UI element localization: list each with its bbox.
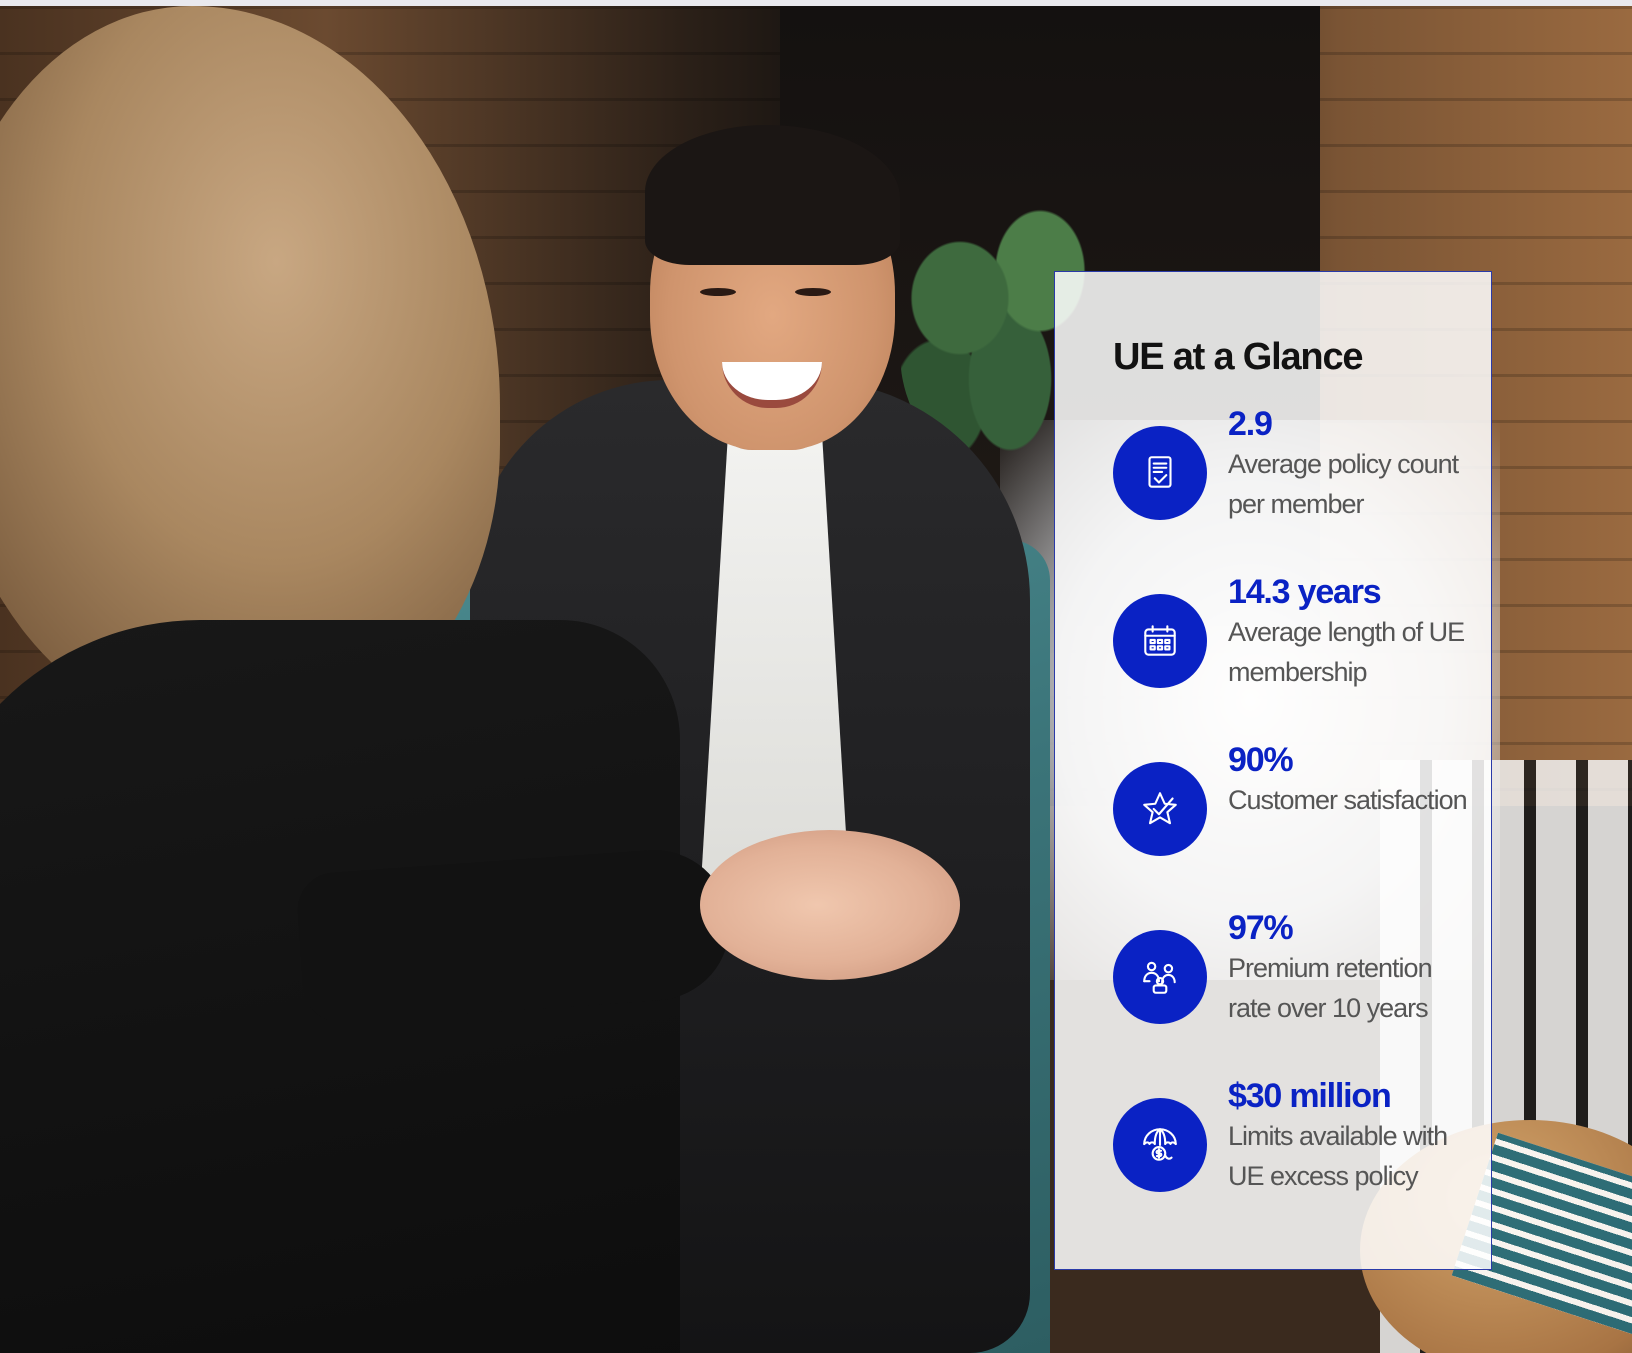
stat-value: $30 million <box>1228 1077 1392 1115</box>
stat-label: Customer satisfaction <box>1228 785 1468 815</box>
stat-text: 97% Premium retention rate over 10 years <box>1228 909 1468 1028</box>
handshake <box>700 830 960 980</box>
stat-item-premium-retention: 97% Premium retention rate over 10 years <box>1113 909 1491 1082</box>
top-strip <box>0 0 1632 6</box>
stat-text: $30 million Limits available with UE exc… <box>1228 1077 1468 1196</box>
stat-text: 2.9 Average policy count per member <box>1228 405 1468 524</box>
stat-text: 14.3 years Average length of UE membersh… <box>1228 573 1468 692</box>
stat-value: 14.3 years <box>1228 573 1382 611</box>
woman-arm <box>295 845 735 1025</box>
stat-label: Average length of UE membership <box>1228 617 1465 687</box>
stat-label: Limits available with UE excess policy <box>1228 1121 1448 1191</box>
stat-item-policy-count: 2.9 Average policy count per member <box>1113 405 1491 578</box>
umbrella-dollar-icon <box>1113 1098 1207 1192</box>
stats-list: 2.9 Average policy count per member 14.3… <box>1113 405 1491 1250</box>
stat-text: 90% Customer satisfaction <box>1228 741 1468 820</box>
stat-label: Premium retention rate over 10 years <box>1228 953 1433 1023</box>
stat-item-excess-limits: $30 million Limits available with UE exc… <box>1113 1077 1491 1250</box>
man-eye-right <box>795 288 831 296</box>
man-eye-left <box>700 288 736 296</box>
man-hair <box>645 125 900 265</box>
stat-value: 2.9 <box>1228 405 1273 443</box>
calendar-icon <box>1113 594 1207 688</box>
page: UE at a Glance 2.9 Average policy count … <box>0 0 1632 1353</box>
stat-value: 90% <box>1228 741 1294 779</box>
card-title: UE at a Glance <box>1113 336 1364 378</box>
stat-item-membership-length: 14.3 years Average length of UE membersh… <box>1113 573 1491 746</box>
star-check-icon <box>1113 762 1207 856</box>
policy-document-check-icon <box>1113 426 1207 520</box>
stat-value: 97% <box>1228 909 1294 947</box>
family-group-icon <box>1113 930 1207 1024</box>
stat-label: Average policy count per member <box>1228 449 1459 519</box>
stat-item-customer-satisfaction: 90% Customer satisfaction <box>1113 741 1491 914</box>
stats-card: UE at a Glance 2.9 Average policy count … <box>1054 271 1492 1270</box>
